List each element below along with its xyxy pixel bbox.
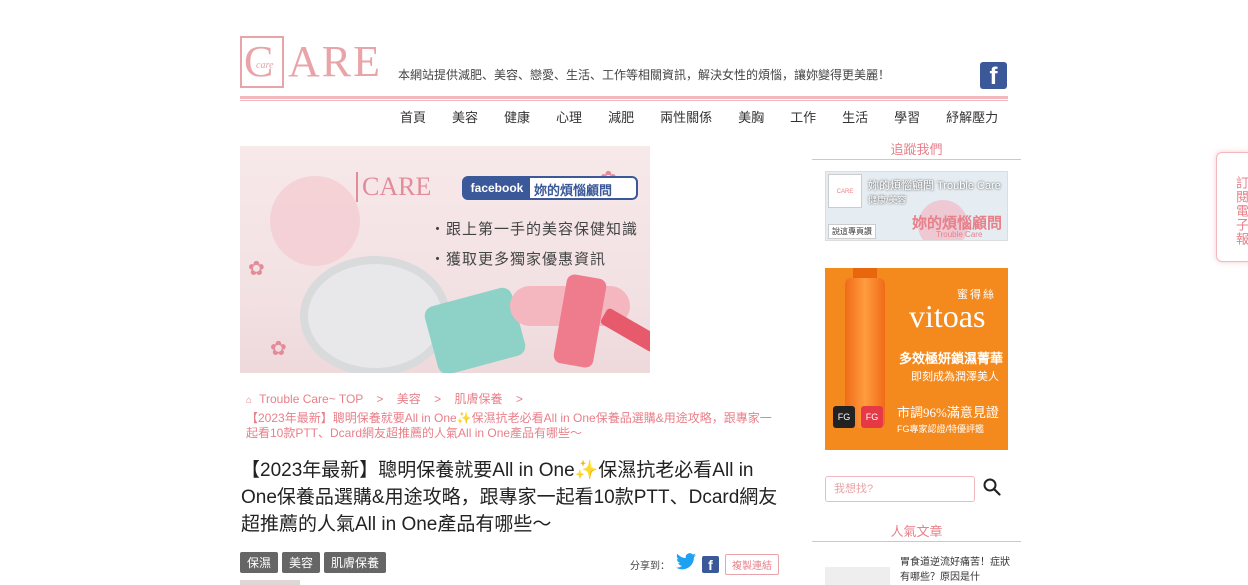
ad-badge-fg-red: FG bbox=[861, 406, 883, 428]
breadcrumb: ⌂ Trouble Care~ TOP > 美容 > 肌膚保養 > bbox=[246, 392, 786, 406]
nav-item-mind[interactable]: 心理 bbox=[556, 108, 592, 128]
nav-item-work[interactable]: 工作 bbox=[790, 108, 826, 128]
tag-beauty[interactable]: 美容 bbox=[282, 552, 321, 573]
facebook-share-icon[interactable]: f bbox=[702, 555, 719, 573]
sidebar-ad-vitoas[interactable]: 蜜得絲 vitoas 多效極妍鎖濕菁華 即刻成為潤澤美人 市調96%滿意見證 F… bbox=[825, 268, 1008, 450]
banner-care-logo: CARE bbox=[356, 172, 431, 202]
nav-item-stress[interactable]: 紓解壓力 bbox=[946, 108, 1008, 128]
flower-icon: ✿ bbox=[248, 258, 265, 280]
facebook-page-widget[interactable]: CARE 妳的煩惱顧問 Trouble Care 健康/美容 妳的煩惱顧問 Tr… bbox=[825, 171, 1008, 241]
fb-cover-sub: Trouble Care bbox=[936, 230, 983, 239]
ad-badge-fg: FG bbox=[833, 406, 855, 428]
ad-line-1: 多效極妍鎖濕菁華 bbox=[899, 351, 1004, 366]
popular-divider bbox=[812, 541, 1021, 542]
breadcrumb-separator: > bbox=[376, 392, 384, 406]
fb-page-category: 健康/美容 bbox=[868, 195, 907, 205]
share-bar: 分享到： f 複製連結 bbox=[630, 553, 779, 575]
popular-heading: 人氣文章 bbox=[890, 524, 943, 539]
breadcrumb-cat-skincare[interactable]: 肌膚保養 bbox=[455, 392, 503, 406]
breadcrumb-cat-beauty[interactable]: 美容 bbox=[397, 392, 421, 406]
ad-line-4: FG專家認證/特優評鑑 bbox=[897, 424, 984, 434]
main-nav: 首頁 美容 健康 心理 減肥 兩性關係 美胸 工作 生活 學習 紓解壓力 bbox=[400, 108, 1024, 128]
banner-fb-word: facebook bbox=[464, 178, 530, 198]
ad-line-2: 即刻成為潤澤美人 bbox=[911, 371, 999, 383]
fb-like-button[interactable]: 說這專頁讚 bbox=[828, 224, 876, 239]
tag-moisture[interactable]: 保濕 bbox=[240, 552, 279, 573]
fb-page-avatar: CARE bbox=[828, 174, 862, 208]
promo-banner[interactable]: ✿ ✿ ✿ CARE facebook 妳的煩惱顧問 ・跟上第一手的美容保健知識… bbox=[240, 146, 650, 373]
logo-text: ARE bbox=[288, 37, 382, 86]
popular-article-thumb[interactable] bbox=[825, 567, 890, 585]
fb-page-name[interactable]: 妳的煩惱顧問 Trouble Care bbox=[868, 177, 1001, 193]
breadcrumb-separator: > bbox=[515, 392, 523, 406]
search-input[interactable] bbox=[825, 476, 975, 502]
site-tagline: 本網站提供減肥、美容、戀愛、生活、工作等相關資訊，解決女性的煩惱，讓妳變得更美麗… bbox=[398, 68, 891, 82]
site-logo[interactable]: C care ARE bbox=[240, 36, 388, 88]
nav-item-relationship[interactable]: 兩性關係 bbox=[660, 108, 722, 128]
breadcrumb-separator: > bbox=[434, 392, 442, 406]
popular-article-title[interactable]: 胃食道逆流好痛苦！症狀有哪些？原因是什 bbox=[900, 555, 1012, 585]
article-thumbnail bbox=[240, 580, 300, 585]
home-icon: ⌂ bbox=[246, 395, 253, 406]
share-label: 分享到： bbox=[630, 560, 670, 572]
banner-fb-pill: facebook 妳的煩惱顧問 bbox=[462, 176, 638, 200]
nav-item-life[interactable]: 生活 bbox=[842, 108, 878, 128]
follow-us-divider bbox=[812, 159, 1021, 160]
banner-line-1: ・跟上第一手的美容保健知識 bbox=[430, 221, 639, 238]
breadcrumb-current: 【2023年最新】聰明保養就要All in One✨保濕抗老必看All in O… bbox=[246, 411, 772, 440]
ad-line-3: 市調96%滿意見證 bbox=[897, 405, 999, 420]
search-button[interactable] bbox=[982, 478, 1002, 498]
nav-item-health[interactable]: 健康 bbox=[504, 108, 540, 128]
breadcrumb-home[interactable]: Trouble Care~ TOP bbox=[259, 392, 363, 406]
copy-link-button[interactable]: 複製連結 bbox=[725, 553, 779, 575]
ad-brand: vitoas bbox=[909, 298, 986, 334]
nav-item-learning[interactable]: 學習 bbox=[894, 108, 930, 128]
article-tags: 保濕 美容 肌膚保養 bbox=[240, 552, 387, 573]
nav-item-home[interactable]: 首頁 bbox=[400, 108, 436, 128]
tag-skincare[interactable]: 肌膚保養 bbox=[324, 552, 387, 573]
nav-item-beauty[interactable]: 美容 bbox=[452, 108, 488, 128]
logo-small-text: care bbox=[256, 60, 274, 71]
nav-item-bust[interactable]: 美胸 bbox=[738, 108, 774, 128]
nav-item-diet[interactable]: 減肥 bbox=[608, 108, 644, 128]
site-header: C care ARE 本網站提供減肥、美容、戀愛、生活、工作等相關資訊，解決女性… bbox=[240, 36, 1008, 100]
facebook-icon[interactable]: f bbox=[980, 62, 1007, 90]
twitter-icon[interactable] bbox=[676, 553, 696, 575]
banner-fb-title: 妳的煩惱顧問 bbox=[534, 183, 613, 198]
flower-icon: ✿ bbox=[270, 338, 287, 360]
article-title: 【2023年最新】聰明保養就要All in One✨保濕抗老必看All in O… bbox=[241, 460, 778, 535]
header-divider-thin bbox=[240, 100, 1008, 101]
header-divider bbox=[240, 96, 1008, 99]
search-icon bbox=[983, 478, 1001, 496]
banner-line-2: ・獲取更多獨家優惠資訊 bbox=[430, 251, 607, 268]
follow-us-heading: 追蹤我們 bbox=[890, 142, 943, 157]
banner-deco bbox=[270, 176, 360, 266]
subscribe-newsletter-tab[interactable]: 訂閱電子報 bbox=[1216, 152, 1248, 262]
